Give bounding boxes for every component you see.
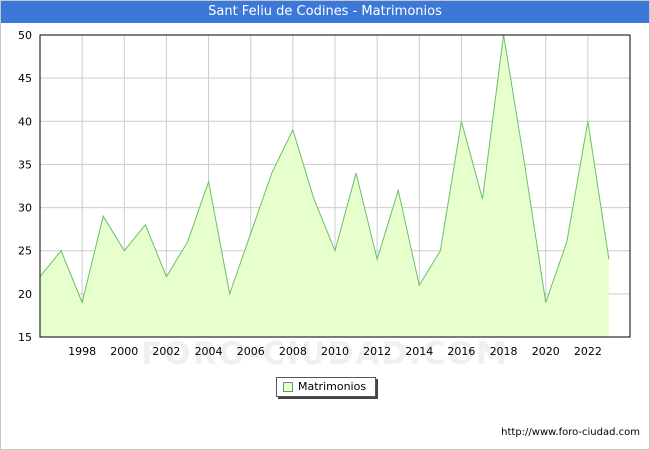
y-tick-label: 15 (18, 331, 32, 344)
x-tick-label: 2002 (152, 345, 180, 358)
data-point (608, 258, 610, 260)
x-tick-label: 2006 (237, 345, 265, 358)
x-tick-label: 2016 (447, 345, 475, 358)
data-point (418, 284, 420, 286)
data-point (165, 276, 167, 278)
data-point (187, 241, 189, 243)
data-point (271, 172, 273, 174)
y-tick-label: 25 (18, 245, 32, 258)
data-point (123, 250, 125, 252)
y-tick-label: 45 (18, 72, 32, 85)
y-tick-label: 20 (18, 288, 32, 301)
data-point (545, 301, 547, 303)
data-point (102, 215, 104, 217)
x-tick-label: 2020 (532, 345, 560, 358)
x-tick-label: 2022 (574, 345, 602, 358)
x-tick-label: 2018 (490, 345, 518, 358)
y-tick-label: 40 (18, 115, 32, 128)
data-point (524, 163, 526, 165)
data-point (250, 232, 252, 234)
x-tick-label: 2004 (195, 345, 223, 358)
x-tick-label: 2012 (363, 345, 391, 358)
y-tick-label: 50 (18, 29, 32, 42)
x-tick-label: 2008 (279, 345, 307, 358)
data-point (81, 301, 83, 303)
y-tick-label: 30 (18, 202, 32, 215)
legend-label: Matrimonios (298, 380, 367, 393)
data-point (334, 250, 336, 252)
x-tick-label: 2014 (405, 345, 433, 358)
data-point (376, 258, 378, 260)
data-point (229, 293, 231, 295)
data-point (144, 224, 146, 226)
data-point (587, 120, 589, 122)
data-point (60, 250, 62, 252)
data-point (439, 250, 441, 252)
data-point (397, 189, 399, 191)
x-tick-label: 1998 (68, 345, 96, 358)
data-point (355, 172, 357, 174)
data-point (460, 120, 462, 122)
y-tick-label: 35 (18, 158, 32, 171)
source-url: http://www.foro-ciudad.com (501, 427, 640, 438)
legend-swatch (283, 382, 293, 392)
data-point (313, 198, 315, 200)
data-point (482, 198, 484, 200)
x-tick-label: 2010 (321, 345, 349, 358)
data-point (208, 181, 210, 183)
x-tick-label: 2000 (110, 345, 138, 358)
legend: Matrimonios (276, 377, 376, 397)
data-point (292, 129, 294, 131)
data-point (566, 241, 568, 243)
